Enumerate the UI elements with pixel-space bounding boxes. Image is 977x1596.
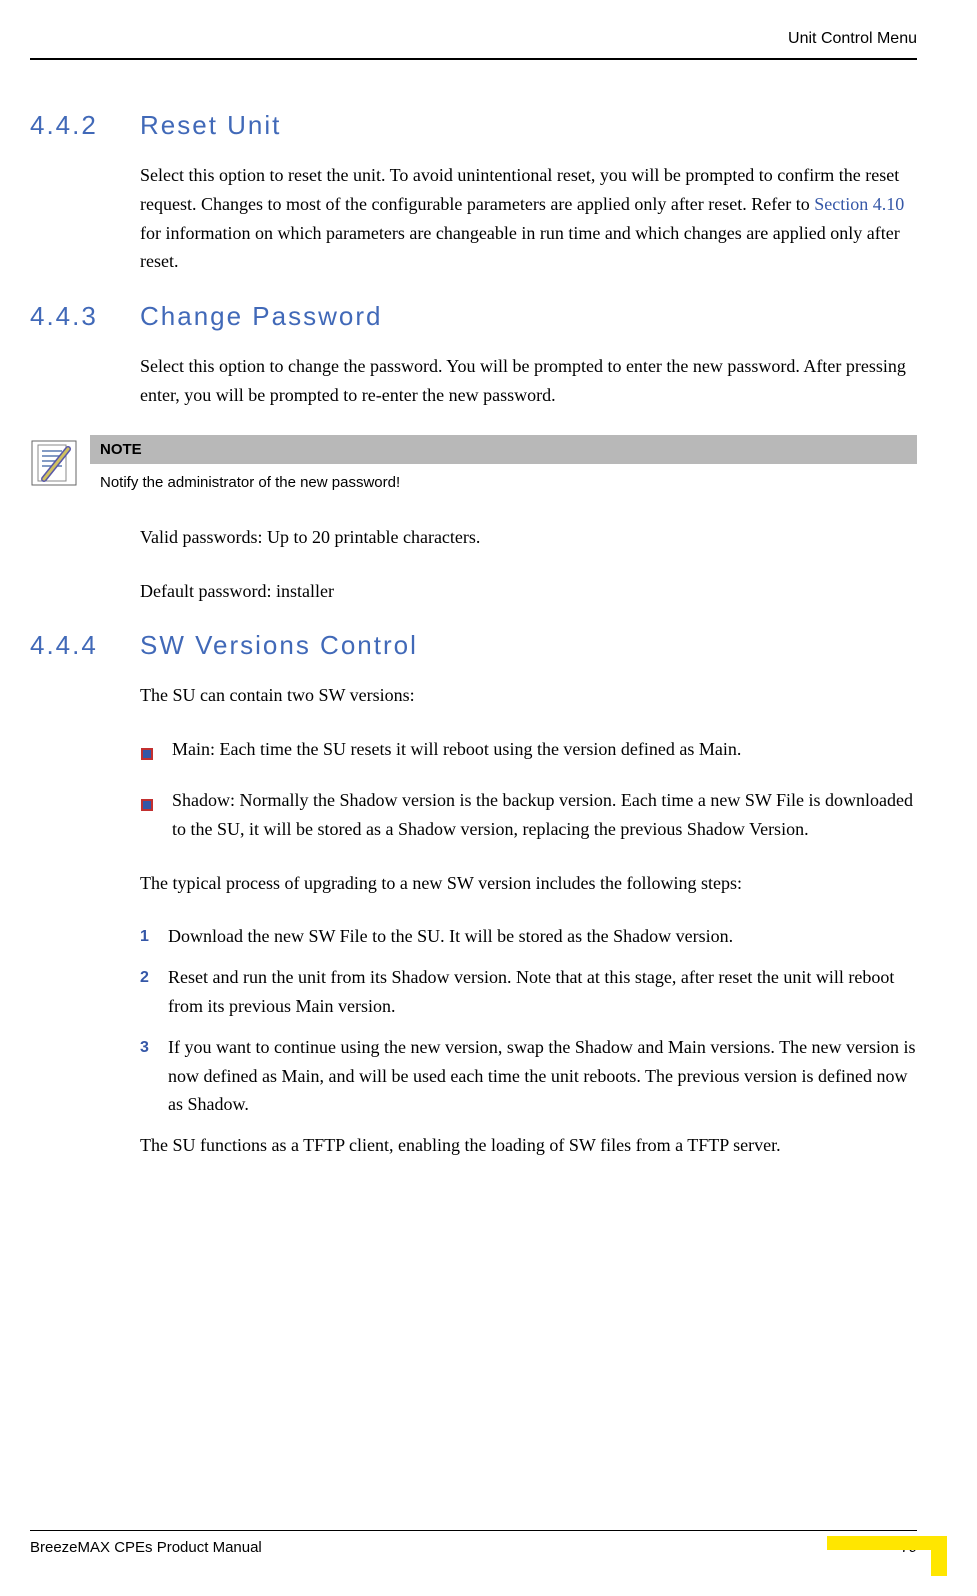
paragraph: The SU can contain two SW versions: [140, 681, 917, 710]
note-text: Notify the administrator of the new pass… [90, 464, 917, 495]
step-text: Download the new SW File to the SU. It w… [168, 922, 733, 951]
step-number: 3 [140, 1035, 154, 1061]
section-title: Reset Unit [140, 110, 281, 141]
section-heading-reset-unit: 4.4.2 Reset Unit [30, 110, 917, 141]
square-bullet-icon [140, 741, 154, 755]
note-label: NOTE [90, 435, 917, 464]
step-text: Reset and run the unit from its Shadow v… [168, 963, 917, 1021]
paragraph: Select this option to change the passwor… [140, 352, 917, 410]
list-item: 2 Reset and run the unit from its Shadow… [140, 963, 917, 1021]
section-number: 4.4.3 [30, 301, 140, 332]
step-number: 1 [140, 924, 154, 950]
list-item-text: Shadow: Normally the Shadow version is t… [172, 786, 917, 844]
paragraph: The typical process of upgrading to a ne… [140, 869, 917, 898]
page-header: Unit Control Menu [30, 30, 917, 60]
list-item-text: Main: Each time the SU resets it will re… [172, 735, 741, 764]
paragraph: Select this option to reset the unit. To… [140, 161, 917, 276]
step-text: If you want to continue using the new ve… [168, 1033, 917, 1119]
square-bullet-icon [140, 792, 154, 806]
link-section-4-10[interactable]: Section 4.10 [814, 194, 904, 214]
corner-mark-icon [827, 1536, 947, 1576]
list-item: 1 Download the new SW File to the SU. It… [140, 922, 917, 951]
list-item: 3 If you want to continue using the new … [140, 1033, 917, 1119]
list-item: Main: Each time the SU resets it will re… [140, 735, 917, 764]
paragraph: Default password: installer [140, 577, 917, 606]
header-breadcrumb: Unit Control Menu [788, 30, 917, 47]
bullet-list: Main: Each time the SU resets it will re… [140, 735, 917, 843]
section-heading-change-password: 4.4.3 Change Password [30, 301, 917, 332]
text: for information on which parameters are … [140, 223, 900, 272]
paragraph: The SU functions as a TFTP client, enabl… [140, 1131, 917, 1160]
section-heading-sw-versions: 4.4.4 SW Versions Control [30, 630, 917, 661]
numbered-list: 1 Download the new SW File to the SU. It… [140, 922, 917, 1119]
note-block: NOTE Notify the administrator of the new… [30, 435, 917, 495]
section-number: 4.4.4 [30, 630, 140, 661]
note-icon [30, 439, 78, 487]
note-content: NOTE Notify the administrator of the new… [90, 435, 917, 495]
section-title: SW Versions Control [140, 630, 418, 661]
paragraph: Valid passwords: Up to 20 printable char… [140, 523, 917, 552]
page-footer: BreezeMAX CPEs Product Manual 79 [30, 1530, 917, 1556]
list-item: Shadow: Normally the Shadow version is t… [140, 786, 917, 844]
section-title: Change Password [140, 301, 382, 332]
section-number: 4.4.2 [30, 110, 140, 141]
step-number: 2 [140, 965, 154, 991]
text: Select this option to reset the unit. To… [140, 165, 899, 214]
footer-manual-title: BreezeMAX CPEs Product Manual [30, 1539, 262, 1556]
